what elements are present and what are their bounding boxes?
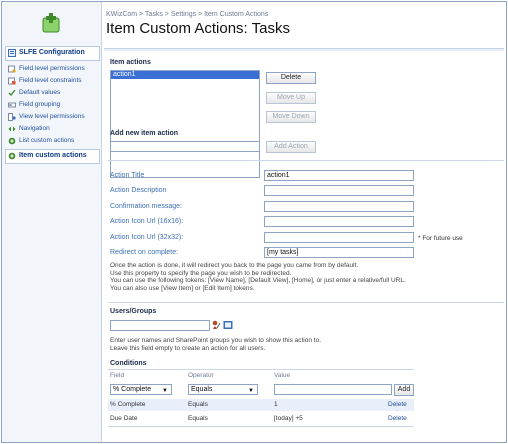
redirect-label: Redirect on complete: [110,249,179,256]
delete-condition-link[interactable]: Delete [388,413,407,425]
users-groups-help: Enter user names and SharePoint groups y… [110,337,500,352]
new-action-input[interactable] [110,141,260,152]
field-grouping-icon [8,102,16,108]
users-groups-heading: Users/Groups [110,308,157,315]
nav-item-label: Field grouping [19,101,61,108]
conditions-header: Field Operator Value [108,372,414,382]
default-values-icon [8,89,16,97]
nav-item-label: SLFE Configuration [19,49,85,56]
confirmation-message-input[interactable] [264,201,414,212]
list-option[interactable]: action1 [111,71,259,79]
add-action-button[interactable]: Add Action [266,141,316,153]
row-field: Due Date [110,415,138,422]
address-book-icon[interactable] [223,320,233,330]
users-groups-input[interactable] [110,320,210,331]
navigation-icon [8,126,16,132]
row-operator: Equals [188,415,208,422]
slfe-config-icon [8,49,16,57]
nav-item-label: Item custom actions [19,152,87,159]
add-new-heading: Add new item action [110,130,179,137]
nav-item-label: Field level constraints [19,77,82,84]
nav-item-field-grouping[interactable]: Field grouping [8,101,100,109]
icon32-input[interactable] [264,232,414,243]
action-description-input[interactable] [264,185,414,196]
move-down-button[interactable]: Move Down [266,111,316,123]
nav-item-label: Navigation [19,125,50,132]
row-value: 1 [274,401,278,408]
column-operator: Operator [188,372,214,379]
app-logo-icon [42,13,60,33]
nav-item-default-values[interactable]: Default values [8,89,100,97]
help-line: Leave this field empty to create an acti… [110,344,266,352]
nav-item-navigation[interactable]: Navigation [8,125,100,133]
nav-item-list-custom-actions[interactable]: List custom actions [8,137,100,145]
condition-operator-select[interactable]: Equals ▼ [188,384,258,395]
icon16-input[interactable] [264,216,414,227]
icon32-label: Action Icon Url (32x32): [110,234,184,241]
add-condition-button[interactable]: Add [394,384,414,396]
nav-item-view-level-permissions[interactable]: View level permissions [8,113,100,121]
move-up-button[interactable]: Move Up [266,92,316,104]
view-permissions-icon [8,113,16,121]
help-line: Once the action is done, it will redirec… [110,262,359,269]
column-field: Field [110,372,125,379]
condition-field-select[interactable]: % Complete ▼ [110,384,172,395]
conditions-heading: Conditions [110,360,147,367]
nav-item-label: View level permissions [19,113,85,120]
breadcrumb[interactable]: KWizCom > Tasks > Settings > Item Custom… [106,11,268,18]
nav-item-item-custom-actions[interactable]: Item custom actions [5,149,100,164]
selected-value: Equals [191,386,213,393]
dropdown-arrow-icon: ▼ [162,388,168,394]
nav-list: SLFE Configuration Field level permissio… [5,46,100,168]
field-constraints-icon [8,77,16,85]
action-description-label: Action Description [110,187,167,194]
section-divider [108,160,504,161]
help-line: Use this property to specify the page yo… [110,269,292,277]
row-value: [today] +5 [274,415,303,422]
confirmation-message-label: Confirmation message: [110,203,182,210]
help-line: You can also use [View Item] or [Edit It… [110,284,255,292]
page-frame: SLFE Configuration Field level permissio… [1,1,507,443]
title-divider [104,48,504,51]
conditions-divider [108,369,414,370]
row-field: % Complete [110,401,146,408]
page-title: Item Custom Actions: Tasks [106,20,290,37]
nav-item-label: Field level permissions [19,65,85,72]
future-use-note: * For future use [418,235,463,242]
list-actions-icon [8,137,16,145]
section-divider [108,302,504,303]
nav-item-field-level-constraints[interactable]: Field level constraints [8,77,100,85]
help-line: You can use the following tokens: [View … [110,277,406,284]
column-value: Value [274,372,291,379]
condition-value-input[interactable] [274,384,392,395]
redirect-input[interactable]: [my tasks] [264,247,414,258]
item-actions-heading: Item actions [110,59,151,66]
selected-value: % Complete [113,386,152,393]
check-names-icon[interactable] [212,320,221,330]
nav-item-label: Default values [19,89,61,96]
nav-item-label: List custom actions [19,137,75,144]
item-actions-listbox[interactable]: action1 [110,70,260,178]
redirect-help: Once the action is done, it will redirec… [110,262,500,292]
icon16-label: Action Icon Url (16x16): [110,218,184,225]
conditions-bottom-divider [108,426,414,427]
field-permissions-icon [8,65,16,73]
nav-item-slfe-configuration[interactable]: SLFE Configuration [5,46,100,61]
nav-item-field-level-permissions[interactable]: Field level permissions [8,65,100,73]
condition-row: Due Date Equals [today] +5 Delete [108,413,414,425]
action-title-input[interactable]: action1 [264,170,414,181]
help-line: Enter user names and SharePoint groups y… [110,337,322,344]
action-title-label: Action Title [110,172,145,179]
condition-row: % Complete Equals 1 Delete [108,399,414,411]
left-navigation: SLFE Configuration Field level permissio… [2,2,102,442]
row-operator: Equals [188,401,208,408]
dropdown-arrow-icon: ▼ [248,388,254,394]
delete-condition-link[interactable]: Delete [388,399,407,411]
item-actions-icon [8,152,16,160]
delete-button[interactable]: Delete [266,72,316,84]
